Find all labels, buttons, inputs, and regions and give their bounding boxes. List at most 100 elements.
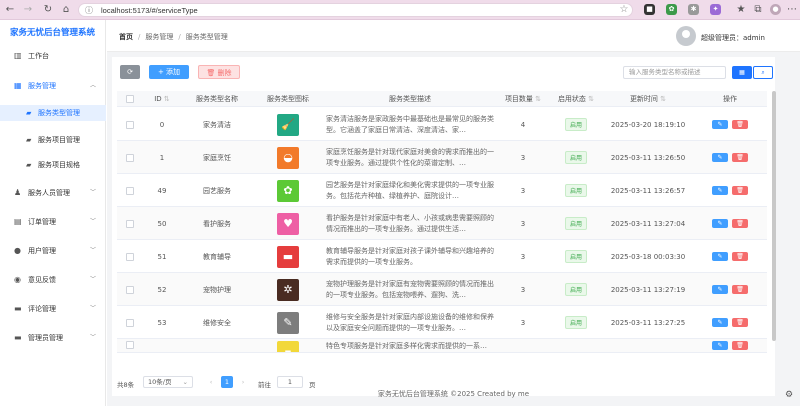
row-checkbox[interactable]: [117, 174, 143, 207]
view-toggle-button[interactable]: ▦: [732, 66, 752, 79]
col-count[interactable]: 项目数量 ⇅: [497, 91, 549, 107]
chevron-down-icon: ﹀: [89, 247, 96, 254]
row-checkbox[interactable]: [117, 273, 143, 306]
care-icon: ♥: [277, 212, 299, 235]
delete-row-button[interactable]: 🗑: [732, 285, 748, 294]
extension-icon[interactable]: ■: [644, 4, 655, 15]
star-icon[interactable]: ☆: [618, 4, 630, 16]
edit-button[interactable]: ✎: [712, 285, 728, 294]
next-page-button[interactable]: ›: [237, 376, 249, 388]
table-row[interactable]: 0 家务清洁 🧹 家务清洁服务是家政服务中最基础也是最常见的服务类型。它涵盖了家庭日常…: [117, 108, 767, 141]
row-checkbox[interactable]: [117, 339, 143, 352]
row-time: 2025-03-11 13:27:19: [610, 285, 686, 294]
table-scrollbar[interactable]: [772, 91, 776, 341]
col-icon: 服务类型图标: [267, 95, 309, 103]
row-id: 51: [157, 252, 167, 261]
col-status[interactable]: 启用状态 ⇅: [549, 91, 603, 107]
submenu-service-spec[interactable]: ▰ 服务项目规格: [0, 157, 106, 173]
table-row[interactable]: 49 园艺服务 ✿ 园艺服务是针对家庭绿化和美化需求提供的一项专业服务。包括花卉种植、…: [117, 174, 767, 207]
edit-button[interactable]: ✎: [712, 318, 728, 327]
trash-icon: 🗑: [206, 69, 216, 77]
col-desc: 服务类型描述: [389, 95, 431, 103]
menu-dashboard[interactable]: ▥ 工作台: [0, 48, 106, 64]
table-row[interactable]: ▪ 特色专项服务是针对家庭多样化需求而提供的一系… ✎ 🗑: [117, 339, 767, 353]
delete-button[interactable]: 🗑 删除: [198, 65, 240, 79]
trash-icon: 🗑: [736, 319, 744, 326]
row-name: 家务清洁: [203, 120, 231, 129]
add-button[interactable]: + 添加: [149, 65, 189, 79]
table-row[interactable]: 50 看护服务 ♥ 看护服务是针对家庭中有老人、小孩或病患需要照顾的情况而推出的一项专…: [117, 207, 767, 240]
submenu-service-item[interactable]: ▰ 服务项目管理: [0, 132, 106, 148]
col-time[interactable]: 更新时间 ⇅: [603, 91, 693, 107]
delete-row-button[interactable]: 🗑: [732, 153, 748, 162]
col-id[interactable]: ID ⇅: [143, 91, 181, 107]
delete-row-button[interactable]: 🗑: [732, 186, 748, 195]
row-id: 0: [159, 120, 165, 129]
delete-row-button[interactable]: 🗑: [732, 120, 748, 129]
extension-gear-icon[interactable]: ✱: [688, 4, 699, 15]
dashboard-icon: ▥: [14, 51, 22, 60]
table-row[interactable]: 1 家庭烹饪 ◒ 家庭烹饪服务是针对现代家庭对美食的需求而推出的一项专业服务。通过提供…: [117, 141, 767, 174]
row-checkbox[interactable]: [117, 108, 143, 141]
submenu-service-type[interactable]: ▰ 服务类型管理: [0, 105, 106, 121]
row-checkbox[interactable]: [117, 306, 143, 339]
extension-puzzle-icon[interactable]: ✦: [710, 4, 721, 15]
delete-row-button[interactable]: 🗑: [732, 219, 748, 228]
search-input[interactable]: 输入服务类型名称或描述: [623, 66, 726, 79]
goto-page-input[interactable]: 1: [277, 376, 303, 388]
breadcrumb-service-type: 服务类型管理: [185, 33, 228, 41]
address-bar[interactable]: ⓘ localhost:5173/#/serviceType: [78, 3, 633, 17]
extension-leaf-icon[interactable]: ✿: [666, 4, 677, 15]
menu-users[interactable]: ● 用户管理 ﹀: [0, 243, 106, 259]
prev-page-button[interactable]: ‹: [205, 376, 217, 388]
admin-name[interactable]: 超级管理员：admin: [701, 33, 765, 43]
page-1-button[interactable]: 1: [221, 376, 233, 388]
row-checkbox[interactable]: [117, 240, 143, 273]
menu-feedback[interactable]: ◉ 意见反馈 ﹀: [0, 272, 106, 288]
edit-button[interactable]: ✎: [712, 120, 728, 129]
delete-row-button[interactable]: 🗑: [732, 318, 748, 327]
edit-button[interactable]: ✎: [712, 341, 728, 350]
row-count: [497, 339, 549, 352]
more-icon[interactable]: ⋯: [786, 4, 798, 16]
select-all-checkbox[interactable]: [117, 91, 143, 107]
info-icon[interactable]: ⓘ: [85, 5, 93, 16]
table-row[interactable]: 51 教育辅导 ▬ 教育辅导服务是针对家庭对孩子课外辅导和兴趣培养的需求而提供的一项专…: [117, 240, 767, 273]
breadcrumb-home[interactable]: 首页: [119, 33, 133, 41]
menu-service[interactable]: ▦ 服务管理 ︿: [0, 78, 106, 94]
forward-icon[interactable]: →: [22, 4, 34, 16]
page-size-select[interactable]: 10条/页 ⌄: [143, 376, 193, 388]
refresh-button[interactable]: ⟳: [120, 65, 140, 79]
settings-icon[interactable]: ⚙: [782, 388, 796, 402]
table-header: ID ⇅ 服务类型名称 服务类型图标 服务类型描述 项目数量 ⇅ 启用状态 ⇅ …: [117, 91, 767, 107]
collections-icon[interactable]: ⧉: [752, 4, 764, 16]
breadcrumb-service[interactable]: 服务管理: [145, 33, 173, 41]
favorites-icon[interactable]: ★: [735, 4, 747, 16]
delete-row-button[interactable]: 🗑: [732, 341, 748, 350]
row-name: 园艺服务: [203, 186, 231, 195]
breadcrumb: 首页 / 服务管理 / 服务类型管理: [119, 33, 228, 41]
row-desc: 家务清洁服务是家政服务中最基础也是最常见的服务类型。它涵盖了家庭日常清洁、深度清…: [326, 115, 494, 134]
table-row[interactable]: 53 维修安全 ✎ 维修与安全服务是针对家庭内部设施设备的维修和保养以及家庭安全问题而…: [117, 306, 767, 339]
menu-staff[interactable]: ♟ 服务人员管理 ﹀: [0, 185, 106, 201]
search-button[interactable]: ⌕: [753, 66, 773, 79]
home-icon[interactable]: ⌂: [60, 4, 72, 16]
table-row[interactable]: 52 宠物护理 ✲ 宠物护理服务是针对家庭有宠物需要照顾的情况而推出的一项专业服务。包…: [117, 273, 767, 306]
row-name: 家庭烹饪: [203, 153, 231, 162]
trash-icon: 🗑: [736, 253, 744, 260]
edit-button[interactable]: ✎: [712, 186, 728, 195]
reload-icon[interactable]: ↻: [42, 4, 54, 16]
submenu-label: 服务项目管理: [38, 136, 80, 144]
delete-row-button[interactable]: 🗑: [732, 252, 748, 261]
menu-admins[interactable]: ▬ 管理员管理 ﹀: [0, 330, 106, 346]
edit-button[interactable]: ✎: [712, 252, 728, 261]
row-checkbox[interactable]: [117, 141, 143, 174]
row-checkbox[interactable]: [117, 207, 143, 240]
edit-button[interactable]: ✎: [712, 219, 728, 228]
back-icon[interactable]: ←: [4, 4, 16, 16]
avatar[interactable]: [676, 26, 696, 46]
menu-orders[interactable]: ▤ 订单管理 ﹀: [0, 214, 106, 230]
menu-comments[interactable]: ▬ 评论管理 ﹀: [0, 301, 106, 317]
profile-icon[interactable]: ●: [770, 4, 781, 15]
edit-button[interactable]: ✎: [712, 153, 728, 162]
